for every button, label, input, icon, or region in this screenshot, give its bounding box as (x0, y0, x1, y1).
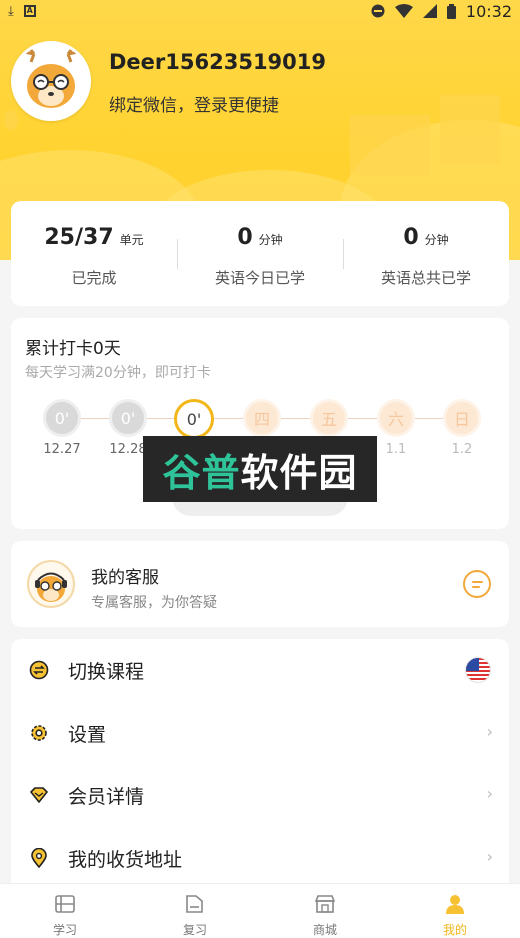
menu-label: 设置 (68, 724, 107, 746)
tab-review[interactable]: 复习 (130, 884, 260, 938)
location-pin-icon (31, 848, 47, 868)
menu-item-switch-course[interactable]: 切换课程 (11, 639, 509, 701)
download-icon: ⤓ (8, 3, 14, 19)
wifi-icon (394, 4, 413, 18)
study-icon (55, 895, 75, 913)
tab-label: 我的 (442, 923, 467, 937)
status-time: 10:32 (465, 1, 512, 21)
profile-person-icon (446, 895, 464, 914)
diamond-icon (30, 787, 48, 803)
day-mark: 0' (174, 399, 214, 439)
watermark-text-green: 谷普 (162, 450, 241, 495)
day-mark: 日 (443, 399, 481, 437)
checkin-day: 日 1.2 (442, 399, 482, 457)
stat-completed: 25/37 单元 已完成 (11, 201, 177, 306)
deer-avatar-icon (23, 45, 79, 108)
menu-label: 会员详情 (68, 786, 145, 808)
checkin-day: 0' 12.27 (42, 399, 82, 457)
tab-label: 学习 (52, 923, 77, 937)
tab-study[interactable]: 学习 (0, 884, 130, 938)
chevron-right-icon: › (486, 847, 493, 866)
day-mark: 五 (310, 399, 348, 437)
service-avatar (27, 560, 75, 608)
app-notification-icon: A (23, 5, 36, 17)
stat-unit: 分钟 (258, 233, 283, 247)
status-bar: ⤓ A 10:32 (0, 0, 520, 22)
stat-value: 0 (237, 225, 253, 250)
deer-support-icon (35, 572, 67, 602)
stat-value: 0 (403, 225, 419, 250)
do-not-disturb-icon (371, 4, 385, 18)
bottom-tab-bar: 学习 复习 商城 我的 (0, 883, 520, 938)
checkin-title: 累计打卡0天 (25, 339, 121, 359)
signal-icon (422, 4, 437, 18)
chat-bubble-icon[interactable] (463, 570, 491, 598)
stat-label: 英语总共已学 (380, 269, 471, 287)
menu-label: 我的收货地址 (68, 849, 183, 871)
day-date: 1.1 (385, 442, 407, 457)
menu-item-address[interactable]: 我的收货地址 › (11, 827, 509, 889)
customer-service-card[interactable]: 我的客服 专属客服，为你答疑 (11, 541, 509, 627)
learning-stats-card: 25/37 单元 已完成 0 分钟 英语今日已学 0 分钟 英语总共已学 (11, 201, 509, 306)
username: Deer15623519019 (109, 50, 327, 74)
stat-value: 25/37 (44, 225, 114, 250)
bind-wechat-link[interactable]: 绑定微信，登录更便捷 (109, 91, 279, 116)
tab-label: 商城 (312, 923, 337, 937)
battery-icon (446, 3, 456, 19)
service-subtitle: 专属客服，为你答疑 (91, 595, 217, 611)
checkin-day: 六 1.1 (376, 399, 416, 457)
watermark-overlay: 谷普 软件园 (143, 436, 377, 502)
us-flag-icon (465, 657, 491, 683)
stat-label: 已完成 (71, 269, 117, 287)
menu-item-settings[interactable]: 设置 › (11, 702, 509, 764)
checkin-day: 0' 12.28 (108, 399, 148, 457)
store-icon (314, 895, 336, 913)
menu-item-membership[interactable]: 会员详情 › (11, 764, 509, 826)
review-folder-icon (186, 895, 203, 913)
switch-course-icon (29, 660, 49, 680)
stat-unit: 单元 (119, 233, 144, 247)
watermark-text-white: 软件园 (240, 450, 358, 495)
tab-profile[interactable]: 我的 (390, 884, 520, 938)
user-avatar[interactable] (11, 41, 91, 121)
chevron-right-icon: › (486, 784, 493, 803)
day-mark: 四 (243, 399, 281, 437)
tab-store[interactable]: 商城 (260, 884, 390, 938)
stat-total: 0 分钟 英语总共已学 (343, 201, 509, 306)
day-date: 1.2 (451, 442, 473, 457)
tab-label: 复习 (182, 923, 207, 937)
day-mark: 0' (109, 399, 147, 437)
day-mark: 0' (43, 399, 81, 437)
day-date: 12.27 (43, 442, 81, 457)
stat-today: 0 分钟 英语今日已学 (177, 201, 343, 306)
menu-label: 切换课程 (68, 661, 145, 683)
day-mark: 六 (377, 399, 415, 437)
settings-menu: 切换课程 设置 › 会员详情 › 我的收货地址 › (11, 639, 509, 899)
day-date: 12.28 (109, 442, 147, 457)
chevron-right-icon: › (486, 722, 493, 741)
checkin-subtitle: 每天学习满20分钟，即可打卡 (25, 365, 211, 381)
settings-gear-icon (31, 725, 47, 741)
service-title: 我的客服 (91, 568, 159, 588)
stat-label: 英语今日已学 (214, 269, 305, 287)
stat-unit: 分钟 (424, 233, 449, 247)
